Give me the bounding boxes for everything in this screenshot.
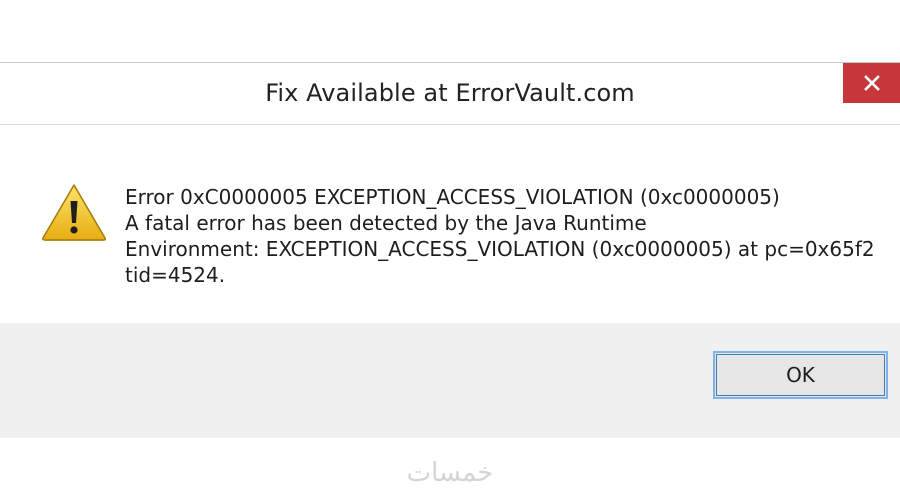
close-icon [863, 75, 880, 91]
warning-icon [42, 184, 107, 241]
dialog-titlebar: Fix Available at ErrorVault.com [0, 63, 900, 125]
ok-button[interactable]: OK [713, 351, 888, 399]
message-line: Error 0xC0000005 EXCEPTION_ACCESS_VIOLAT… [125, 185, 780, 209]
dialog-title: Fix Available at ErrorVault.com [265, 79, 635, 107]
message-line: Environment: EXCEPTION_ACCESS_VIOLATION … [125, 237, 875, 261]
watermark: خمسات [406, 458, 494, 488]
close-button[interactable] [843, 63, 900, 103]
message-line: tid=4524. [125, 263, 226, 287]
error-message: Error 0xC0000005 EXCEPTION_ACCESS_VIOLAT… [125, 184, 900, 288]
error-dialog: Fix Available at ErrorVault.com Error 0x… [0, 62, 900, 438]
message-line: A fatal error has been detected by the J… [125, 211, 647, 235]
